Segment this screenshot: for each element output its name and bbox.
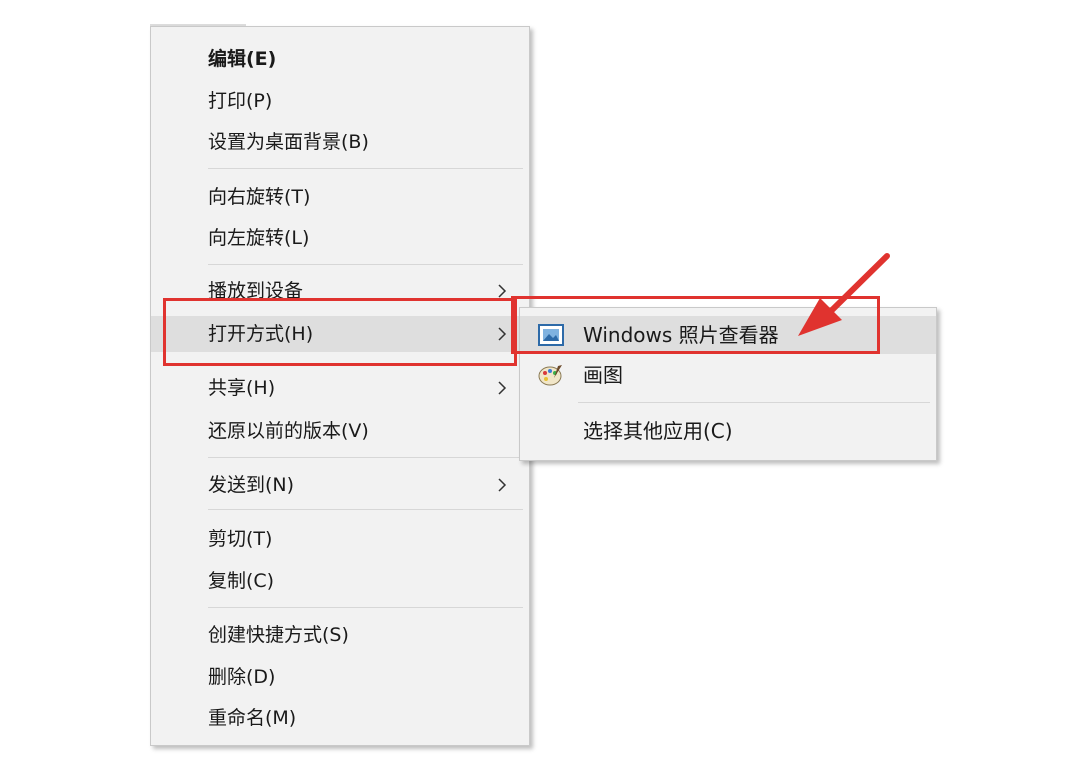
menu-separator [208,168,523,169]
menu-item-label: 复制(C) [208,570,275,592]
menu-separator [208,264,523,265]
menu-item-label: 编辑(E) [208,48,277,70]
menu-item-share[interactable]: 共享(H) [151,370,529,406]
annotation-highlight-open-with [163,298,517,366]
annotation-arrow-icon [798,253,890,336]
menu-item-send-to[interactable]: 发送到(N) [151,467,529,503]
submenu-separator [578,402,930,403]
menu-item-create-shortcut[interactable]: 创建快捷方式(S) [151,617,529,653]
menu-item-rotate-right[interactable]: 向右旋转(T) [151,179,529,215]
menu-separator [208,509,523,510]
menu-item-label: 向右旋转(T) [208,186,311,208]
menu-separator [208,457,523,458]
menu-item-restore-previous-versions[interactable]: 还原以前的版本(V) [151,413,529,449]
submenu-item-label: 画图 [583,363,623,387]
menu-item-rename[interactable]: 重命名(M) [151,700,529,736]
menu-item-label: 打印(P) [208,90,273,112]
menu-item-copy[interactable]: 复制(C) [151,563,529,599]
menu-item-label: 删除(D) [208,666,276,688]
menu-separator [208,607,523,608]
menu-item-label: 向左旋转(L) [208,227,310,249]
chevron-right-icon [498,381,507,395]
submenu-item-label: 选择其他应用(C) [583,419,733,443]
menu-item-delete[interactable]: 删除(D) [151,659,529,695]
menu-item-rotate-left[interactable]: 向左旋转(L) [151,220,529,256]
menu-item-label: 还原以前的版本(V) [208,420,369,442]
menu-item-label: 设置为桌面背景(B) [208,131,369,153]
menu-item-cut[interactable]: 剪切(T) [151,521,529,557]
submenu-item-paint[interactable]: 画图 [520,356,936,394]
chevron-right-icon [498,478,507,492]
chevron-right-icon [498,284,507,298]
menu-item-label: 发送到(N) [208,474,295,496]
paint-palette-icon [538,365,562,386]
menu-item-label: 重命名(M) [208,707,297,729]
menu-item-set-desktop-background[interactable]: 设置为桌面背景(B) [151,124,529,160]
menu-item-print[interactable]: 打印(P) [151,83,529,119]
submenu-item-choose-another-app[interactable]: 选择其他应用(C) [520,412,936,450]
menu-item-label: 创建快捷方式(S) [208,624,349,646]
menu-item-label: 剪切(T) [208,528,273,550]
context-menu: 编辑(E) 打印(P) 设置为桌面背景(B) 向右旋转(T) 向左旋转(L) 播… [150,26,530,746]
menu-item-edit[interactable]: 编辑(E) [151,41,529,77]
menu-item-label: 共享(H) [208,377,276,399]
